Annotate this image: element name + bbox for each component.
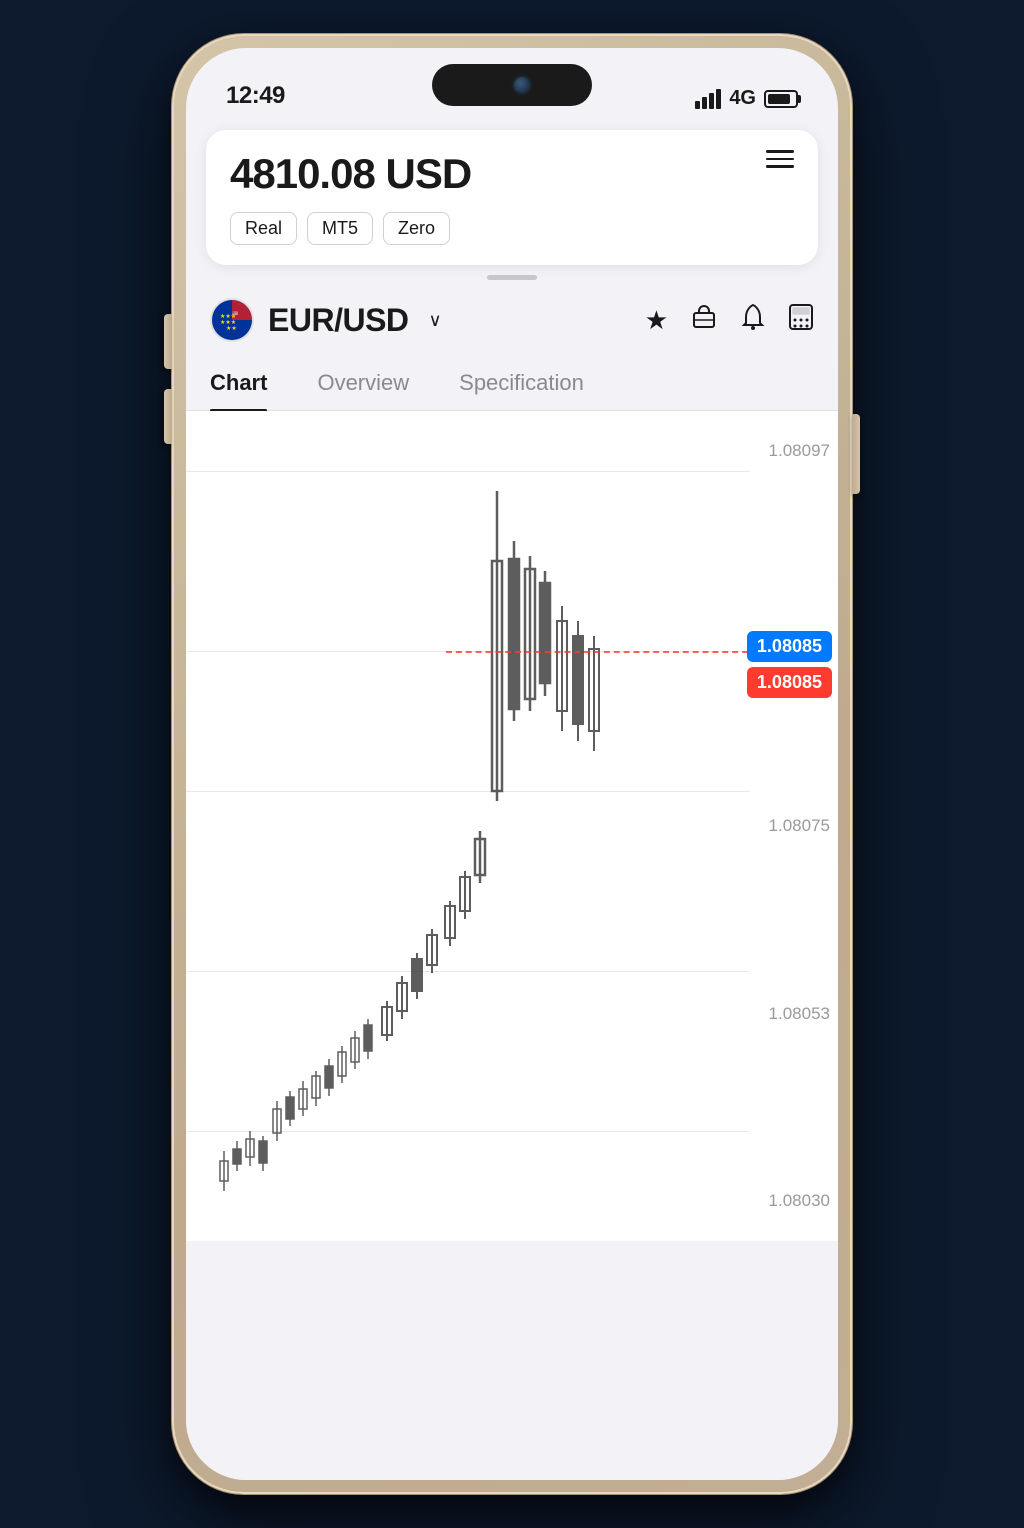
ask-price-badge: 1.08085: [747, 667, 832, 698]
pair-actions: ★: [645, 303, 814, 338]
hamburger-line-3: [766, 165, 794, 168]
tab-overview[interactable]: Overview: [317, 356, 409, 410]
eu-flag: ★★★ ★★★ ★★ 🇺🇸: [212, 300, 252, 340]
svg-text:🇺🇸: 🇺🇸: [232, 310, 239, 317]
account-tags: Real MT5 Zero: [230, 212, 794, 245]
status-right: 4G: [695, 87, 798, 110]
network-type: 4G: [729, 87, 756, 110]
menu-button[interactable]: [766, 150, 794, 168]
chart-area: 1.08097 – 1.08075 1.08053 1.08030 1.0808…: [186, 411, 838, 1241]
chevron-down-icon[interactable]: ∨: [429, 310, 442, 331]
svg-text:★★: ★★: [226, 325, 237, 332]
battery-icon: [764, 90, 798, 108]
volume-up-button[interactable]: [164, 314, 172, 369]
status-time: 12:49: [226, 82, 285, 110]
hamburger-line-2: [766, 158, 794, 161]
phone-frame: 12:49 4G: [172, 34, 852, 1494]
price-label-3: 1.08075: [750, 816, 830, 836]
favorite-icon[interactable]: ★: [645, 305, 668, 336]
tabs-row: Chart Overview Specification: [186, 356, 838, 411]
drag-indicator: [487, 275, 537, 280]
price-label-5: 1.08030: [750, 1191, 830, 1211]
tag-zero[interactable]: Zero: [383, 212, 450, 245]
battery-fill: [768, 94, 790, 104]
tab-chart[interactable]: Chart: [210, 356, 267, 410]
bid-price-badge: 1.08085: [747, 631, 832, 662]
price-label-1: 1.08097: [750, 441, 830, 461]
calculator-icon[interactable]: [788, 303, 814, 338]
phone-container: 12:49 4G: [152, 24, 872, 1504]
account-amount: 4810.08 USD: [230, 150, 794, 198]
signal-bars-icon: [695, 89, 721, 109]
svg-text:★★★: ★★★: [220, 319, 236, 326]
candlestick-chart: [186, 411, 838, 1241]
signal-bar-4: [716, 89, 721, 109]
dynamic-island: [432, 64, 592, 106]
pair-header: ★★★ ★★★ ★★ 🇺🇸 EUR/USD ∨ ★: [186, 288, 838, 356]
bell-icon[interactable]: [740, 303, 766, 338]
signal-bar-2: [702, 97, 707, 109]
camera-dot: [514, 77, 530, 93]
account-card: 4810.08 USD Real MT5 Zero: [206, 130, 818, 265]
tag-real[interactable]: Real: [230, 212, 297, 245]
hamburger-line-1: [766, 150, 794, 153]
pair-symbol: EUR/USD: [268, 302, 409, 339]
price-labels: 1.08097 – 1.08075 1.08053 1.08030: [750, 411, 830, 1241]
app-content: 4810.08 USD Real MT5 Zero: [186, 118, 838, 1480]
price-label-4: 1.08053: [750, 1004, 830, 1024]
tab-specification[interactable]: Specification: [459, 356, 584, 410]
signal-bar-3: [709, 93, 714, 109]
briefcase-icon[interactable]: [690, 303, 718, 338]
volume-down-button[interactable]: [164, 389, 172, 444]
phone-screen: 12:49 4G: [186, 48, 838, 1480]
tag-mt5[interactable]: MT5: [307, 212, 373, 245]
pair-left: ★★★ ★★★ ★★ 🇺🇸 EUR/USD ∨: [210, 298, 442, 342]
price-line: [446, 651, 748, 653]
signal-bar-1: [695, 101, 700, 109]
currency-flag: ★★★ ★★★ ★★ 🇺🇸: [210, 298, 254, 342]
